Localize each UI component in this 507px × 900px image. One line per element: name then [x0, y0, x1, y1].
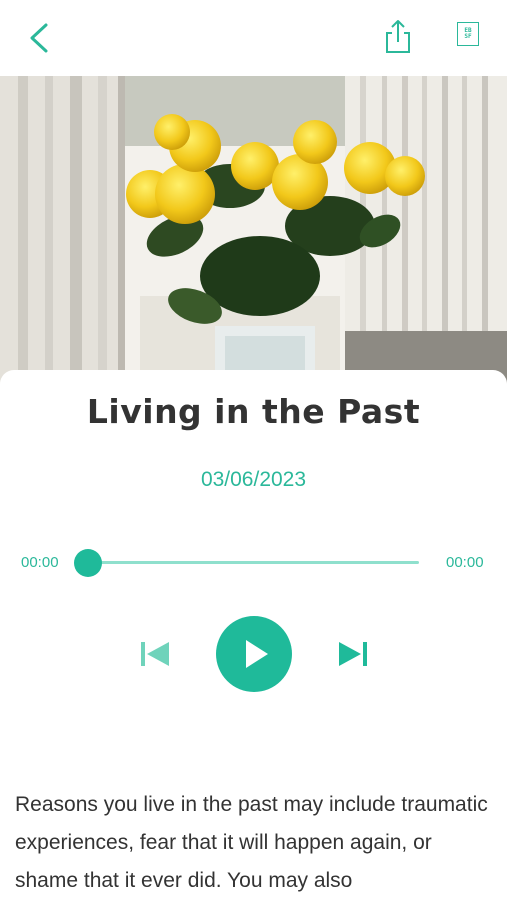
play-button[interactable]	[216, 616, 292, 692]
episode-description: Reasons you live in the past may include…	[15, 793, 488, 892]
episode-title: Living in the Past	[86, 392, 421, 431]
back-button[interactable]	[22, 20, 58, 56]
chevron-left-icon	[30, 23, 48, 53]
skip-next-icon	[339, 642, 367, 666]
skip-previous-icon	[141, 642, 169, 666]
play-icon	[246, 640, 268, 668]
elapsed-time: 00:00	[21, 554, 59, 571]
total-duration: 00:00	[446, 554, 484, 571]
skip-previous-button[interactable]	[139, 639, 171, 669]
share-button[interactable]	[383, 18, 413, 56]
progress-slider-thumb[interactable]	[74, 549, 102, 577]
text-size-button[interactable]: EB SF	[457, 22, 479, 46]
hero-image	[0, 76, 507, 386]
text-size-icon: EB SF	[464, 27, 472, 40]
yellow-roses-photo	[0, 76, 507, 386]
progress-slider[interactable]	[88, 561, 419, 564]
share-icon	[386, 20, 410, 53]
skip-next-button[interactable]	[337, 639, 369, 669]
episode-date: 03/06/2023	[200, 468, 307, 491]
top-bar: EB SF	[0, 0, 507, 76]
